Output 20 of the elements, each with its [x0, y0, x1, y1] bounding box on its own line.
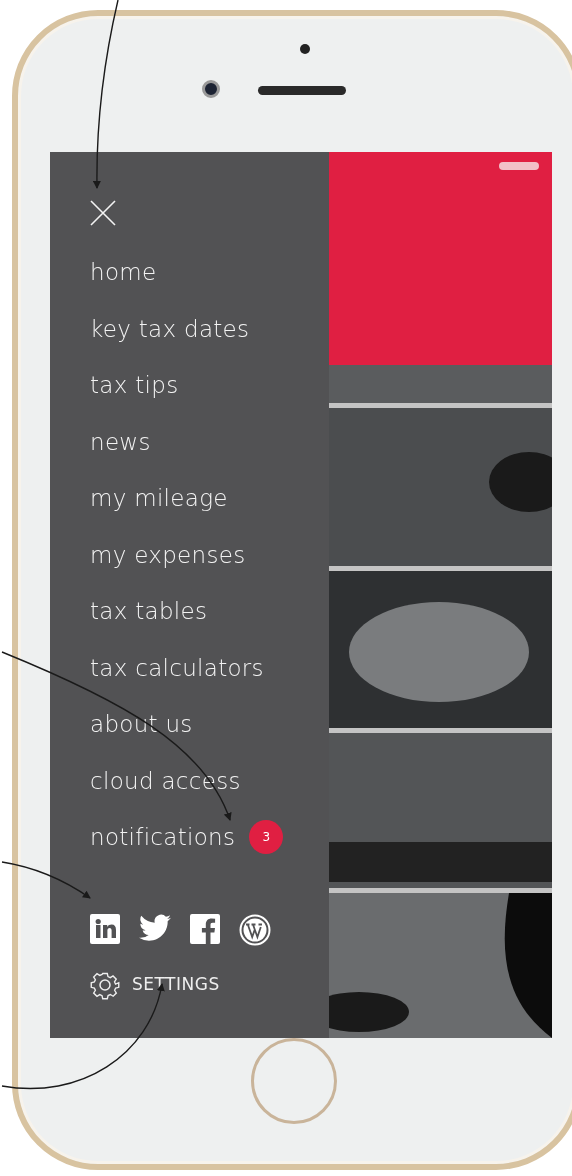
- sensor-dot: [300, 44, 310, 54]
- notification-count: 3: [249, 820, 284, 855]
- menu-item[interactable]: tax tables: [90, 583, 208, 640]
- camera-lens: [202, 80, 220, 98]
- menu-item[interactable]: about us: [90, 696, 193, 753]
- w-logo-icon[interactable]: [239, 913, 271, 946]
- menu-item[interactable]: home: [90, 244, 157, 301]
- menu-item[interactable]: my expenses: [90, 526, 246, 583]
- menu-item[interactable]: cloud access: [90, 752, 241, 809]
- f-logo-icon[interactable]: [190, 913, 220, 944]
- menu-item[interactable]: tax tips: [90, 357, 179, 414]
- menu-item[interactable]: notifications: [90, 809, 236, 866]
- in-logo-icon[interactable]: [90, 913, 120, 944]
- bird-icon[interactable]: [139, 913, 171, 942]
- close-icon[interactable]: [90, 200, 116, 226]
- menu-item[interactable]: news: [90, 413, 151, 470]
- menu-item[interactable]: my mileage: [90, 470, 228, 527]
- menu-item[interactable]: tax calculators: [90, 639, 264, 696]
- settings-link[interactable]: SETTINGS: [132, 971, 220, 998]
- menu-item[interactable]: key tax dates: [90, 300, 250, 357]
